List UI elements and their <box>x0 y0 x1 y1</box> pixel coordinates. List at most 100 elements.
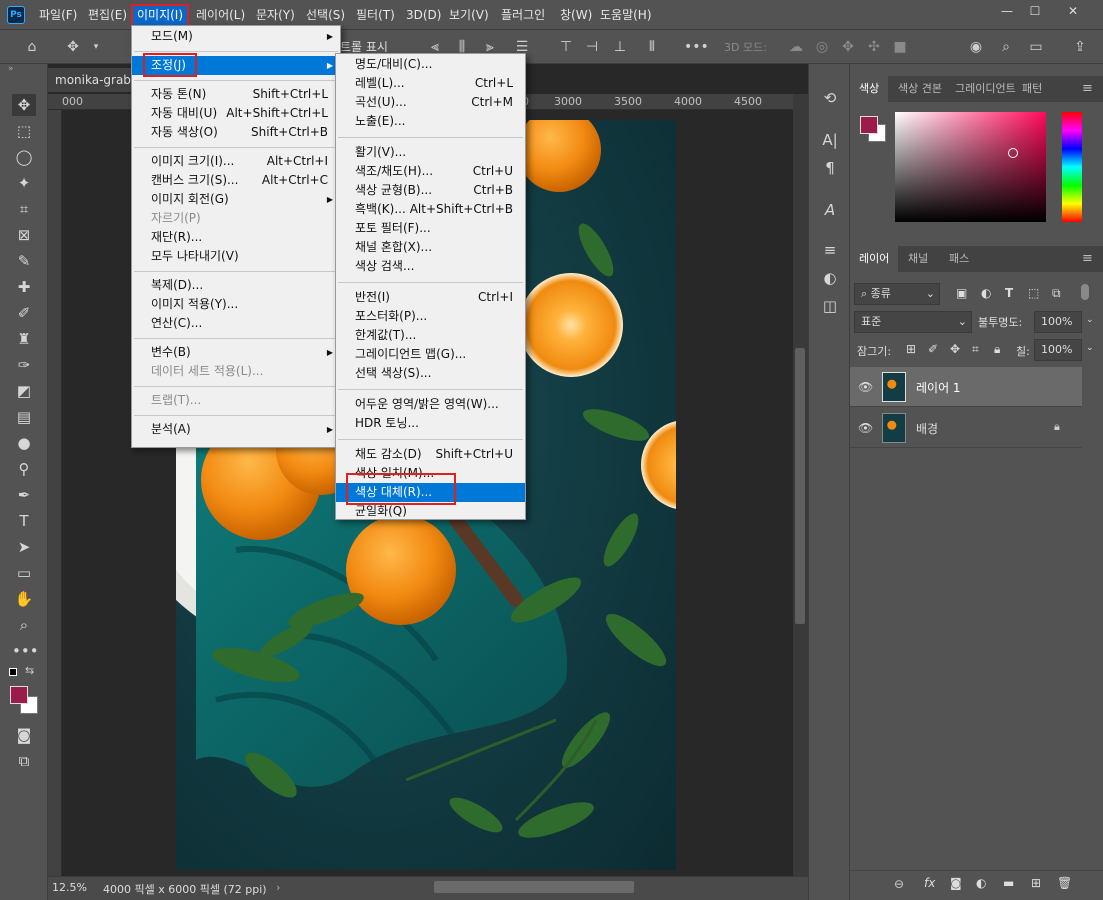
magic-wand-icon[interactable]: ✦ <box>12 172 36 194</box>
distribute-vertical-icon[interactable]: ⦀ <box>642 38 662 56</box>
home-icon[interactable]: ⌂ <box>22 38 42 56</box>
move-tool-icon[interactable]: ✥ <box>12 94 36 116</box>
history-brush-icon[interactable]: ✑ <box>12 354 36 376</box>
panel-menu-icon[interactable]: ≡ <box>1082 76 1093 102</box>
menu-edit[interactable]: 편집(E) <box>88 0 127 30</box>
collapse-icon[interactable]: » <box>8 64 14 74</box>
3d-pan-icon[interactable]: ✥ <box>838 38 858 56</box>
new-adjustment-icon[interactable]: ◐ <box>976 876 986 890</box>
layer-filter-dropdown[interactable]: ⌕ 종류 ⌄ <box>854 283 940 305</box>
opacity-field[interactable]: 100% <box>1034 311 1082 333</box>
menu-item[interactable]: 한계값(T)... <box>336 326 525 345</box>
menu-item[interactable]: 자동 색상(O) Shift+Ctrl+B <box>132 123 340 142</box>
visibility-eye-icon[interactable]: 👁︎ <box>858 421 873 435</box>
type-tool-icon[interactable]: T <box>12 510 36 532</box>
glyphs-panel-icon[interactable]: A <box>820 200 840 220</box>
menu-help[interactable]: 도움말(H) <box>600 0 652 30</box>
chevron-down-icon[interactable]: ⌄ <box>1086 343 1094 353</box>
pen-tool-icon[interactable]: ✒ <box>12 484 36 506</box>
tab-channels[interactable]: 채널 <box>908 246 928 272</box>
blend-mode-dropdown[interactable]: 표준 ⌄ <box>854 311 972 333</box>
document-tab[interactable]: monika-grabko <box>48 68 138 92</box>
more-tools-icon[interactable]: ••• <box>12 640 39 662</box>
properties-panel-icon[interactable]: ◐ <box>820 268 840 288</box>
zoom-tool-icon[interactable]: ⌕ <box>12 614 36 636</box>
panel-menu-icon[interactable]: ≡ <box>1082 246 1093 272</box>
menu-item[interactable]: 포스터화(P)... <box>336 307 525 326</box>
menu-item[interactable]: 활기(V)... <box>336 143 525 162</box>
menu-item[interactable]: 선택 색상(S)... <box>336 364 525 383</box>
menu-item[interactable]: 자동 톤(N) Shift+Ctrl+L <box>132 85 340 104</box>
status-menu-icon[interactable]: › <box>276 881 280 894</box>
menu-3d[interactable]: 3D(D) <box>406 0 441 30</box>
healing-brush-icon[interactable]: ✚ <box>12 276 36 298</box>
chevron-down-icon[interactable]: ⌄ <box>1086 315 1094 325</box>
menu-item[interactable]: 균일화(Q) <box>336 502 525 521</box>
maximize-button[interactable]: ☐ <box>1022 1 1048 21</box>
new-layer-icon[interactable]: ⊞ <box>1031 876 1041 890</box>
move-tool-icon[interactable]: ✥ <box>63 38 83 56</box>
filter-type-icon[interactable]: T <box>1005 286 1013 300</box>
blur-tool-icon[interactable]: ● <box>12 432 36 454</box>
chevron-down-icon[interactable]: ▾ <box>86 38 106 56</box>
align-bottom-icon[interactable]: ⊥ <box>610 38 630 56</box>
menu-item[interactable]: 채도 감소(D) Shift+Ctrl+U <box>336 445 525 464</box>
filter-adjustment-icon[interactable]: ◐ <box>981 286 991 300</box>
vertical-scrollbar-thumb[interactable] <box>795 348 805 624</box>
account-icon[interactable]: ◉ <box>966 38 986 56</box>
lock-transparent-icon[interactable]: ⊞ <box>906 342 916 356</box>
character-panel-icon[interactable]: A| <box>820 130 840 150</box>
quick-mask-icon[interactable]: ◙ <box>12 724 36 746</box>
menu-item[interactable]: 복제(D)... <box>132 276 340 295</box>
tab-patterns[interactable]: 패턴 <box>1022 76 1042 102</box>
menu-image[interactable]: 이미지(I) <box>130 4 190 27</box>
tab-color[interactable]: 색상 <box>850 76 889 102</box>
3d-roll-icon[interactable]: ◎ <box>812 38 832 56</box>
dodge-tool-icon[interactable]: ⚲ <box>12 458 36 480</box>
document-info[interactable]: 4000 픽셀 x 6000 픽셀 (72 ppi) <box>103 881 267 897</box>
menu-item[interactable]: 흑백(K)... Alt+Shift+Ctrl+B <box>336 200 525 219</box>
history-panel-icon[interactable]: ⟲ <box>820 88 840 108</box>
marquee-tool-icon[interactable]: ⬚ <box>12 120 36 142</box>
paragraph-panel-icon[interactable]: ¶ <box>820 158 840 178</box>
rectangle-tool-icon[interactable]: ▭ <box>12 562 36 584</box>
filter-toggle[interactable] <box>1081 284 1089 300</box>
menu-item[interactable]: 자동 대비(U) Alt+Shift+Ctrl+L <box>132 104 340 123</box>
horizontal-scrollbar-thumb[interactable] <box>434 881 634 893</box>
lock-artboard-icon[interactable]: ⌗ <box>972 342 979 357</box>
menu-item[interactable]: 분석(A) ▶ <box>132 420 340 439</box>
menu-view[interactable]: 보기(V) <box>449 0 489 30</box>
eraser-icon[interactable]: ◩ <box>12 380 36 402</box>
layer-name[interactable]: 배경 <box>916 420 938 437</box>
menu-filter[interactable]: 필터(T) <box>356 0 395 30</box>
layer-row[interactable]: 👁︎ 배경 🔒︎ <box>850 408 1082 448</box>
menu-item[interactable]: 이미지 회전(G) ▶ <box>132 190 340 209</box>
menu-item[interactable]: 캔버스 크기(S)... Alt+Ctrl+C <box>132 171 340 190</box>
menu-item[interactable]: 이미지 적용(Y)... <box>132 295 340 314</box>
layer-name[interactable]: 레이어 1 <box>916 379 961 396</box>
layer-row[interactable]: 👁︎ 레이어 1 <box>850 367 1082 407</box>
menu-item[interactable]: 색조/채도(H)... Ctrl+U <box>336 162 525 181</box>
menu-item[interactable]: 반전(I) Ctrl+I <box>336 288 525 307</box>
foreground-color-swatch[interactable] <box>10 686 28 704</box>
menu-file[interactable]: 파일(F) <box>39 0 77 30</box>
menu-item[interactable]: 색상 균형(B)... Ctrl+B <box>336 181 525 200</box>
3d-orbit-icon[interactable]: ☁ <box>786 38 806 56</box>
minimize-button[interactable]: — <box>994 1 1020 21</box>
align-top-icon[interactable]: ⊤ <box>556 38 576 56</box>
fx-icon[interactable]: fx <box>924 876 935 890</box>
menu-item[interactable]: 어두운 영역/밝은 영역(W)... <box>336 395 525 414</box>
menu-item[interactable]: 채널 혼합(X)... <box>336 238 525 257</box>
libraries-panel-icon[interactable]: ◫ <box>820 296 840 316</box>
menu-item[interactable]: 색상 일치(M)... <box>336 464 525 483</box>
menu-item[interactable]: 연산(C)... <box>132 314 340 333</box>
menu-item[interactable]: 이미지 크기(I)... Alt+Ctrl+I <box>132 152 340 171</box>
gradient-tool-icon[interactable]: ▤ <box>12 406 36 428</box>
close-button[interactable]: ✕ <box>1060 1 1086 21</box>
foreground-color-swatch[interactable] <box>860 116 878 134</box>
default-colors-icon[interactable] <box>9 668 17 676</box>
share-icon[interactable]: ⇪ <box>1070 38 1090 56</box>
menu-item[interactable]: 색상 검색... <box>336 257 525 276</box>
visibility-eye-icon[interactable]: 👁︎ <box>858 380 873 394</box>
swap-colors-icon[interactable]: ⇆ <box>25 664 34 677</box>
